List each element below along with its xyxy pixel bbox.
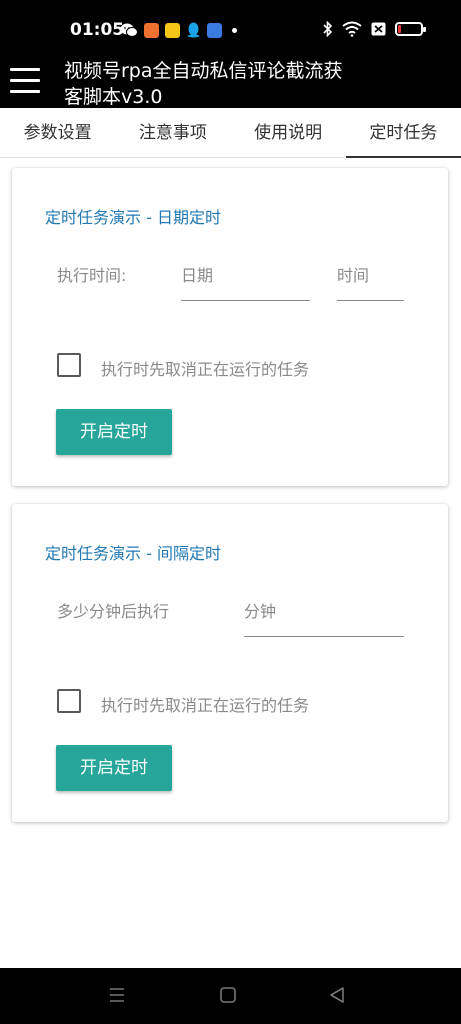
no-sim-icon xyxy=(371,22,386,36)
menu-icon-line xyxy=(10,79,40,82)
date-schedule-card: 定时任务演示 - 日期定时 执行时间: 日期 时间 执行时先取消正在运行的任务 … xyxy=(12,168,448,486)
status-time: 01:05 xyxy=(70,20,125,40)
time-input[interactable]: 时间 xyxy=(337,262,404,301)
exec-time-label: 执行时间: xyxy=(57,266,127,285)
tab-params[interactable]: 参数设置 xyxy=(0,108,115,157)
app-title: 视频号rpa全自动私信评论截流获客脚本v3.0 xyxy=(64,60,343,108)
card-title: 定时任务演示 - 日期定时 xyxy=(45,208,221,227)
battery-level xyxy=(398,25,401,33)
game-icon xyxy=(144,22,159,38)
cancel-running-checkbox[interactable] xyxy=(57,689,81,713)
tab-instructions[interactable]: 使用说明 xyxy=(231,108,346,157)
app-icon xyxy=(207,22,222,38)
qq-icon xyxy=(187,22,200,38)
home-icon[interactable] xyxy=(219,986,237,1004)
minutes-delay-label: 多少分钟后执行 xyxy=(57,602,170,621)
battery-icon xyxy=(395,22,426,36)
cancel-running-checkbox[interactable] xyxy=(57,353,81,377)
minutes-input[interactable]: 分钟 xyxy=(244,598,404,637)
status-bar: 01:05 xyxy=(0,0,461,58)
start-schedule-button[interactable]: 开启定时 xyxy=(56,409,172,455)
status-indicators xyxy=(323,21,426,37)
cancel-running-label: 执行时先取消正在运行的任务 xyxy=(101,696,310,715)
date-input[interactable]: 日期 xyxy=(181,262,310,301)
tab-notes[interactable]: 注意事项 xyxy=(115,108,230,157)
card-title: 定时任务演示 - 间隔定时 xyxy=(45,544,221,563)
cancel-running-label: 执行时先取消正在运行的任务 xyxy=(101,360,310,379)
wifi-icon xyxy=(342,21,362,37)
app-bar: 视频号rpa全自动私信评论截流获客脚本v3.0 xyxy=(0,58,461,108)
system-nav-bar xyxy=(0,968,461,1024)
menu-icon-line xyxy=(10,90,40,93)
tab-bar: 参数设置 注意事项 使用说明 定时任务 xyxy=(0,108,461,158)
back-icon[interactable] xyxy=(328,986,346,1004)
menu-icon-line xyxy=(10,68,40,71)
wechat-icon xyxy=(120,23,138,37)
bluetooth-icon xyxy=(323,21,333,37)
tab-scheduled-tasks[interactable]: 定时任务 xyxy=(345,108,461,158)
content-area: 定时任务演示 - 日期定时 执行时间: 日期 时间 执行时先取消正在运行的任务 … xyxy=(0,158,461,968)
more-notifications-icon xyxy=(232,27,237,33)
interval-schedule-card: 定时任务演示 - 间隔定时 多少分钟后执行 分钟 执行时先取消正在运行的任务 开… xyxy=(12,504,448,822)
menu-button[interactable] xyxy=(10,68,42,96)
recent-apps-icon[interactable] xyxy=(108,986,126,1004)
news-icon xyxy=(165,22,180,38)
start-schedule-button[interactable]: 开启定时 xyxy=(56,745,172,791)
status-app-icons xyxy=(120,22,237,38)
